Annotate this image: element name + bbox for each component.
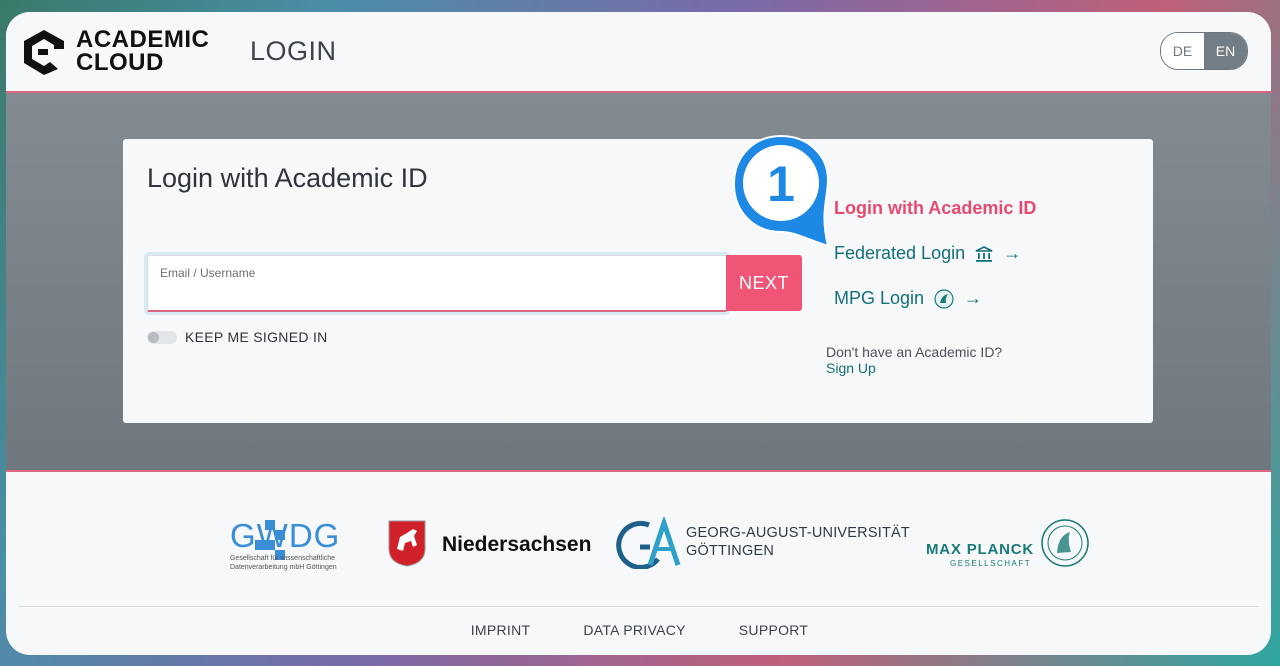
gwdg-logo-text: GWDG bbox=[230, 517, 341, 554]
goettingen-line2: GÖTTINGEN bbox=[686, 543, 774, 559]
niedersachsen-text: Niedersachsen bbox=[442, 533, 592, 556]
login-academic-id-label: Login with Academic ID bbox=[834, 198, 1037, 218]
imprint-link[interactable]: IMPRINT bbox=[469, 622, 531, 638]
toggle-knob bbox=[148, 332, 159, 343]
minerva-icon bbox=[934, 288, 954, 309]
sign-up-link[interactable]: Sign Up bbox=[826, 360, 876, 376]
language-switcher: DE EN bbox=[1160, 32, 1248, 70]
next-button[interactable]: NEXT bbox=[726, 255, 802, 311]
no-account-text: Don't have an Academic ID? bbox=[826, 344, 1003, 360]
logo-line1: ACADEMIC bbox=[76, 26, 210, 53]
step-number: 1 bbox=[767, 156, 795, 212]
card-title: Login with Academic ID bbox=[147, 163, 428, 193]
lang-de-button[interactable]: DE bbox=[1161, 33, 1204, 69]
federated-login-link[interactable]: Federated Login → bbox=[834, 243, 1021, 264]
academic-cloud-logo-text[interactable]: ACADEMIC CLOUD bbox=[76, 26, 210, 76]
main-area: Login with Academic ID Email / Username … bbox=[6, 93, 1271, 472]
max-planck-seal-icon bbox=[1041, 519, 1089, 567]
login-card: Login with Academic ID Email / Username … bbox=[123, 139, 1153, 423]
header: ACADEMIC CLOUD LOGIN DE EN bbox=[6, 12, 1271, 93]
goettingen-line1: GEORG-AUGUST-UNIVERSITÄT bbox=[686, 525, 910, 541]
step-marker-badge: 1 bbox=[732, 134, 830, 248]
goettingen-logo-icon bbox=[616, 517, 681, 569]
max-planck-text: MAX PLANCK bbox=[926, 541, 1034, 558]
keep-signed-in-label: KEEP ME SIGNED IN bbox=[185, 329, 328, 345]
academic-cloud-logo-icon[interactable] bbox=[20, 27, 68, 75]
email-field[interactable]: Email / Username bbox=[147, 255, 727, 312]
logo-line2: CLOUD bbox=[76, 49, 164, 76]
footer-links: IMPRINT DATA PRIVACY SUPPORT bbox=[6, 622, 1271, 638]
gwdg-subtitle: Gesellschaft für wissenschaftliche Daten… bbox=[230, 555, 337, 571]
email-field-label: Email / Username bbox=[160, 266, 256, 280]
mpg-login-label: MPG Login bbox=[834, 288, 925, 308]
niedersachsen-crest-icon bbox=[388, 520, 426, 567]
keep-signed-in-toggle[interactable] bbox=[147, 331, 177, 344]
data-privacy-link[interactable]: DATA PRIVACY bbox=[581, 622, 685, 638]
arrow-right-icon: → bbox=[1003, 243, 1022, 263]
browser-window: ACADEMIC CLOUD LOGIN DE EN Login with Ac… bbox=[6, 12, 1271, 655]
max-planck-subtitle: GESELLSCHAFT bbox=[950, 559, 1032, 568]
federated-login-label: Federated Login bbox=[834, 243, 966, 263]
institution-icon bbox=[975, 245, 993, 262]
arrow-right-icon: → bbox=[964, 288, 983, 308]
lang-en-button[interactable]: EN bbox=[1204, 33, 1247, 69]
footer-divider bbox=[18, 606, 1259, 607]
goettingen-text: GEORG-AUGUST-UNIVERSITÄT GÖTTINGEN bbox=[686, 524, 910, 560]
partner-logos: GWDG Gesellschaft für wissenschaftliche … bbox=[6, 517, 1271, 577]
login-academic-id-link[interactable]: Login with Academic ID bbox=[834, 198, 1036, 219]
support-link[interactable]: SUPPORT bbox=[737, 622, 809, 638]
page-title: LOGIN bbox=[250, 36, 337, 66]
mpg-login-link[interactable]: MPG Login → bbox=[834, 288, 982, 309]
